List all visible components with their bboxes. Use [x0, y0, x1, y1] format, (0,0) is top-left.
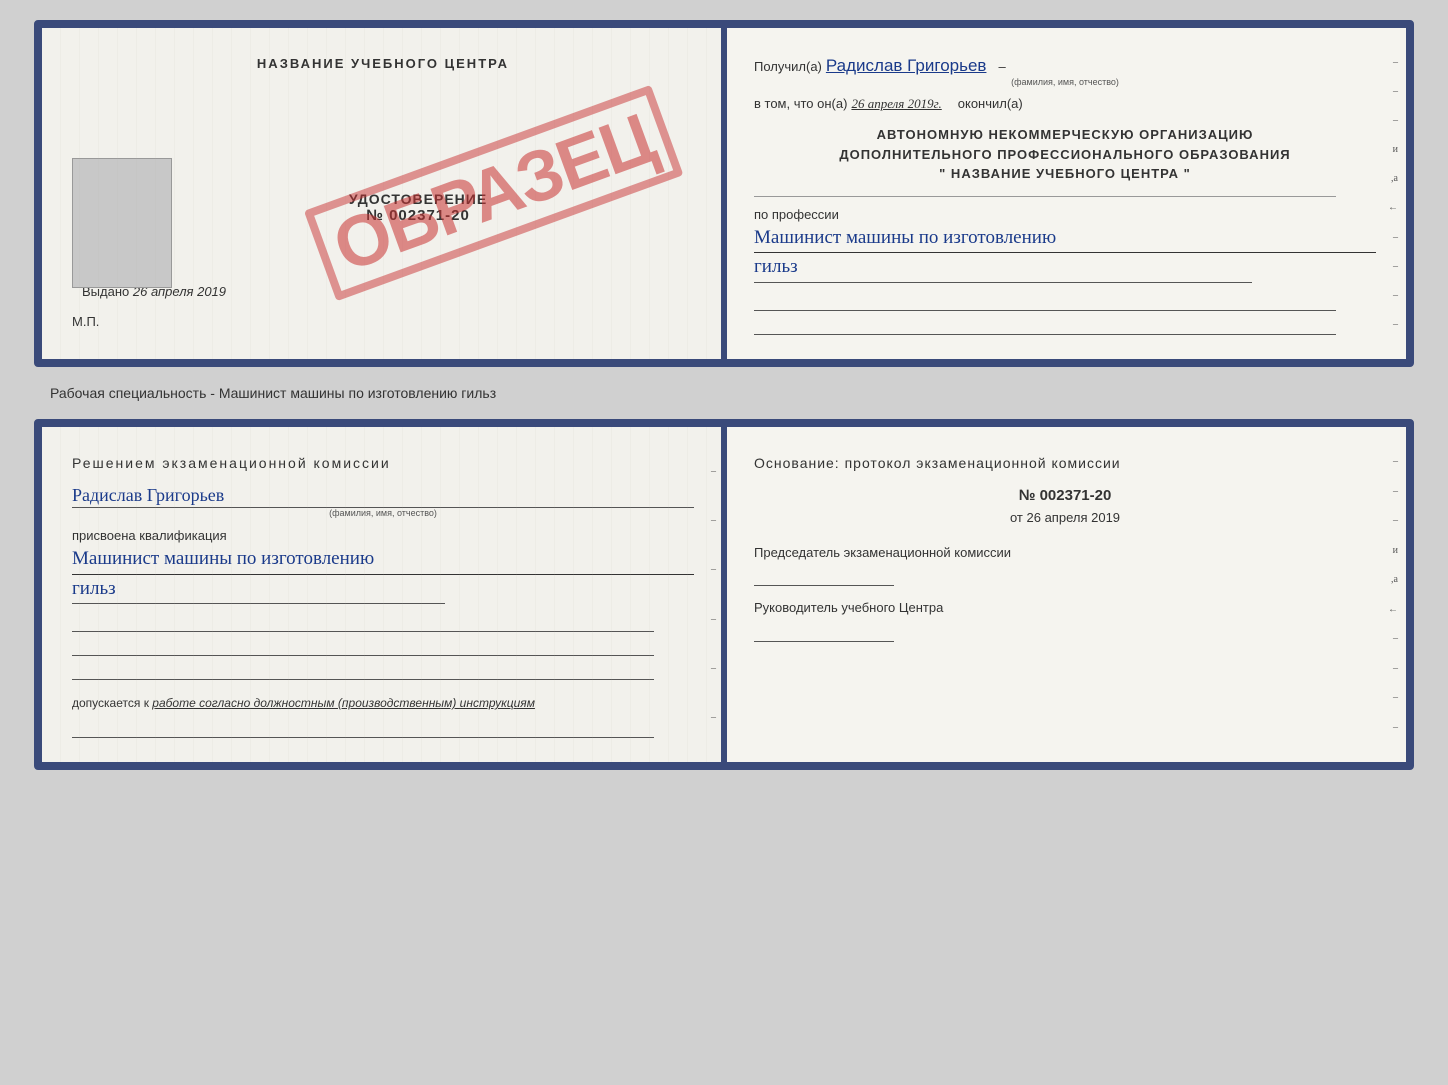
rukovoditel-sig-line: [754, 622, 894, 642]
vtom-date: 26 апреля 2019г.: [851, 96, 941, 111]
predsedatel-label: Председатель экзаменационной комиссии: [754, 543, 1376, 563]
poluchil-row: Получил(а) Радислав Григорьев – (фамилия…: [754, 56, 1376, 87]
poluchil-subtitle: (фамилия, имя, отчество): [754, 77, 1376, 87]
top-title: НАЗВАНИЕ УЧЕБНОГО ЦЕНТРА: [72, 56, 694, 71]
rukovoditel-block: Руководитель учебного Центра: [754, 598, 1376, 642]
bottom-name-subtitle: (фамилия, имя, отчество): [72, 508, 694, 518]
bottom-right-side-decoration: – – – и ,а ← – – – –: [1378, 427, 1398, 762]
udost-word: УДОСТОВЕРЕНИЕ: [142, 191, 694, 207]
bottom-right-panel: – – – и ,а ← – – – – Основание: протокол…: [724, 427, 1406, 762]
ot-date-value: 26 апреля 2019: [1027, 510, 1121, 525]
org-line1: АВТОНОМНУЮ НЕКОММЕРЧЕСКУЮ ОРГАНИЗАЦИЮ: [754, 125, 1376, 145]
photo-placeholder: [72, 158, 172, 288]
dash1: –: [998, 59, 1005, 74]
ot-date-row: от 26 апреля 2019: [754, 510, 1376, 525]
vtom-label: в том, что он(а): [754, 96, 847, 111]
poluchil-name: Радислав Григорьев: [826, 56, 987, 75]
ot-label: от: [1010, 510, 1023, 525]
poluchil-label: Получил(а): [754, 59, 822, 74]
org-line2: ДОПОЛНИТЕЛЬНОГО ПРОФЕССИОНАЛЬНОГО ОБРАЗО…: [754, 145, 1376, 165]
bottom-left-panel: – – – – – – Решением экзаменационной ком…: [42, 427, 724, 762]
bottom-name: Радислав Григорьев: [72, 485, 694, 508]
bottom-left-side-decoration: – – – – – –: [696, 427, 716, 762]
top-left-panel: НАЗВАНИЕ УЧЕБНОГО ЦЕНТРА ОБРАЗЕЦ УДОСТОВ…: [42, 28, 724, 359]
rukovoditel-label: Руководитель учебного Центра: [754, 598, 1376, 618]
profession-line1: Машинист машины по изготовлению: [754, 226, 1376, 254]
prisvoena-label: присвоена квалификация: [72, 528, 694, 543]
kvalif-line2: гильз: [72, 577, 445, 605]
udost-number: № 002371-20: [142, 207, 694, 224]
okonchil-label: окончил(а): [958, 96, 1023, 111]
separator-label: Рабочая специальность - Машинист машины …: [20, 385, 496, 401]
predsedatel-sig-line: [754, 566, 894, 586]
top-document: НАЗВАНИЕ УЧЕБНОГО ЦЕНТРА ОБРАЗЕЦ УДОСТОВ…: [34, 20, 1414, 367]
predsedatel-block: Председатель экзаменационной комиссии: [754, 543, 1376, 587]
dopusk-text: работе согласно должностным (производств…: [152, 696, 535, 710]
resheniem-title: Решением экзаменационной комиссии: [72, 455, 694, 471]
protocol-number: № 002371-20: [754, 487, 1376, 504]
udost-block: УДОСТОВЕРЕНИЕ № 002371-20: [142, 191, 694, 224]
bottom-document: – – – – – – Решением экзаменационной ком…: [34, 419, 1414, 770]
profession-line2: гильз: [754, 255, 1252, 283]
vtom-row: в том, что он(а) 26 апреля 2019г. окончи…: [754, 95, 1376, 113]
dopusk-prefix: допускается к: [72, 696, 149, 710]
dopuskaetsya-label: допускается к работе согласно должностны…: [72, 696, 694, 710]
org-line3: " НАЗВАНИЕ УЧЕБНОГО ЦЕНТРА ": [754, 164, 1376, 184]
osnovanie-title: Основание: протокол экзаменационной коми…: [754, 455, 1376, 471]
right-side-decoration: – – – и ,а ← – – – –: [1378, 28, 1398, 359]
top-right-panel: – – – и ,а ← – – – – Получил(а) Радислав…: [724, 28, 1406, 359]
org-block: АВТОНОМНУЮ НЕКОММЕРЧЕСКУЮ ОРГАНИЗАЦИЮ ДО…: [754, 125, 1376, 184]
kvalif-line1: Машинист машины по изготовлению: [72, 547, 694, 575]
mp-line: М.П.: [72, 314, 694, 329]
po-professii-label: по профессии: [754, 207, 1376, 222]
